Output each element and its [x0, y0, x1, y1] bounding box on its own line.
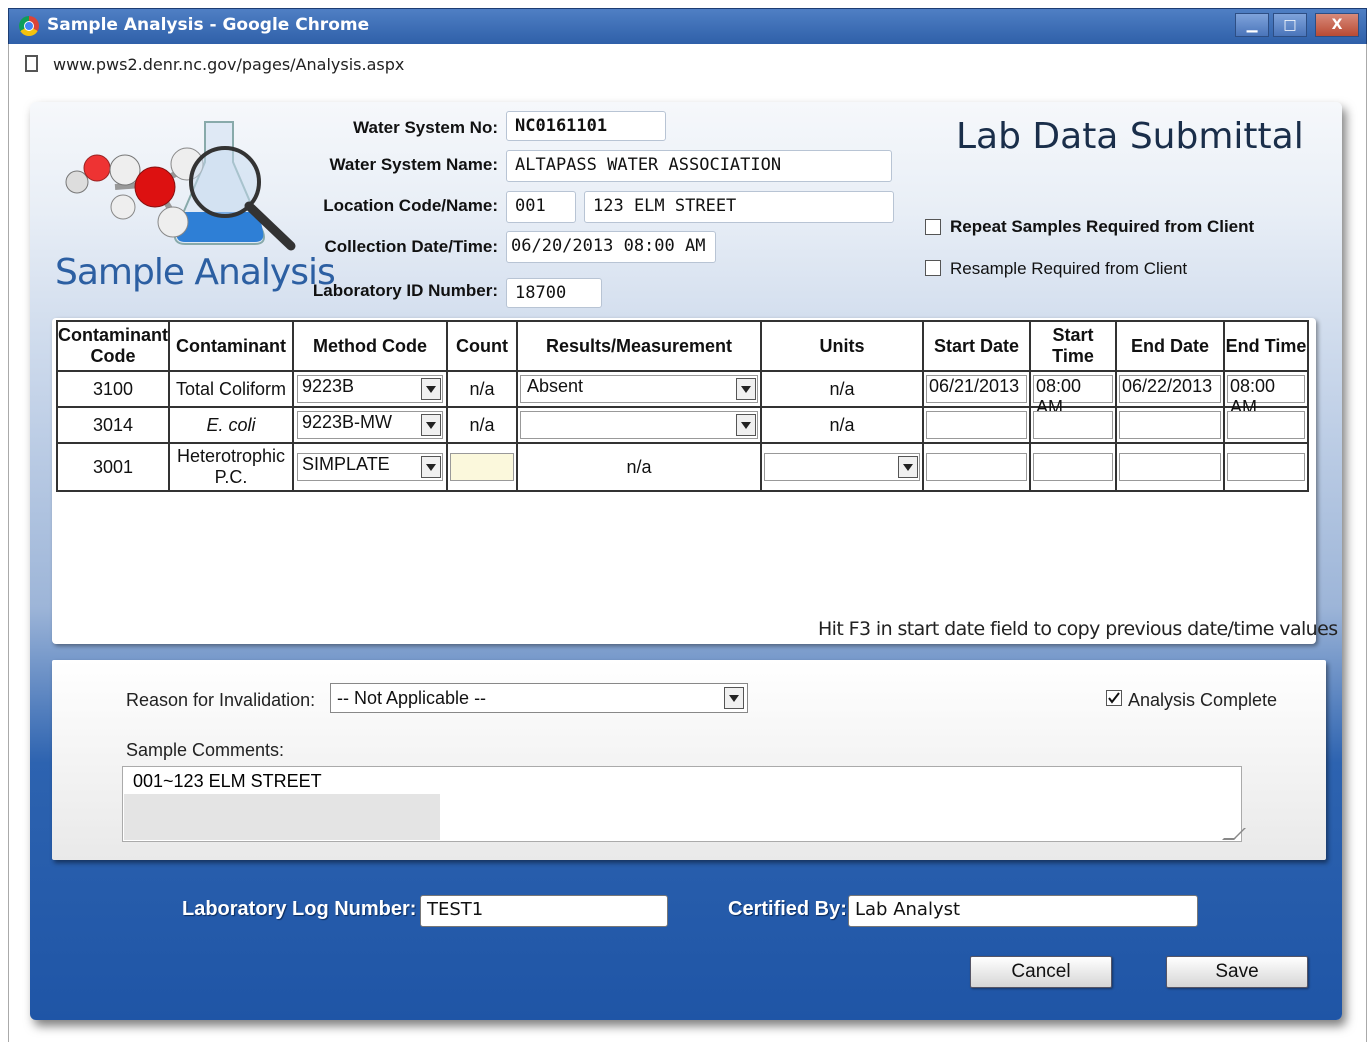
repeat-samples-label: Repeat Samples Required from Client [950, 217, 1255, 236]
table-row: 3100 Total Coliform 9223B n/a Absent n/a… [56, 370, 1309, 417]
lab-id-field[interactable]: 18700 [506, 278, 602, 308]
page-title: Lab Data Submittal [956, 116, 1304, 157]
cell-contaminant: Heterotrophic P.C. [168, 442, 294, 492]
count-field[interactable] [450, 453, 514, 481]
water-system-name-field[interactable]: ALTAPASS WATER ASSOCIATION [506, 150, 892, 182]
checkmark-icon [1108, 692, 1120, 704]
result-select[interactable]: Absent [520, 375, 758, 403]
units-select[interactable] [764, 453, 920, 481]
log-number-field[interactable]: TEST1 [420, 895, 668, 927]
analysis-complete-label: Analysis Complete [1128, 690, 1278, 710]
collection-label: Collection Date/Time: [324, 237, 499, 256]
results-grid: Contaminant Code Contaminant Method Code… [56, 320, 1309, 492]
chevron-down-icon[interactable] [724, 687, 744, 709]
start-date-field[interactable] [926, 411, 1027, 439]
header-count: Count [446, 320, 518, 372]
water-system-name-label: Water System Name: [329, 155, 499, 174]
lab-id-label: Laboratory ID Number: [312, 281, 498, 300]
cell-count: n/a [446, 406, 518, 444]
logo-text: Sample Analysis [55, 252, 336, 293]
location-label: Location Code/Name: [323, 196, 498, 215]
cell-units: n/a [760, 370, 924, 408]
resample-checkbox[interactable] [925, 260, 941, 276]
maximize-button[interactable]: □ [1273, 13, 1307, 37]
end-date-field[interactable]: 06/22/2013 [1119, 375, 1221, 403]
result-value: Absent [527, 376, 584, 396]
minimize-button[interactable]: ▁ [1235, 13, 1269, 37]
title-bar: Sample Analysis - Google Chrome ▁ □ X [8, 8, 1367, 46]
location-name-field[interactable]: 123 ELM STREET [584, 191, 894, 223]
repeat-samples-checkbox[interactable] [925, 219, 941, 235]
analysis-complete-checkbox[interactable] [1106, 690, 1122, 706]
water-system-no-field[interactable]: NC0161101 [506, 111, 666, 141]
header-end-date: End Date [1115, 320, 1225, 372]
address-bar: www.pws2.denr.nc.gov/pages/Analysis.aspx [8, 44, 1367, 84]
method-code-value: 9223B-MW [302, 412, 393, 432]
resample-label: Resample Required from Client [950, 259, 1188, 278]
chevron-down-icon[interactable] [736, 378, 756, 400]
method-code-select[interactable]: 9223B-MW [297, 411, 443, 439]
header-units: Units [760, 320, 924, 372]
cell-units: n/a [760, 406, 924, 444]
certified-by-label: Certified By: [728, 898, 847, 920]
start-date-field[interactable] [926, 453, 1027, 481]
method-code-value: SIMPLATE [302, 454, 390, 474]
header-contaminant: Contaminant [168, 320, 294, 372]
cell-count: n/a [446, 370, 518, 408]
start-date-field[interactable]: 06/21/2013 [926, 375, 1027, 403]
comments-value: 001~123 ELM STREET [133, 771, 322, 791]
chrome-icon [19, 16, 39, 36]
chevron-down-icon[interactable] [736, 414, 756, 436]
url-text[interactable]: www.pws2.denr.nc.gov/pages/Analysis.aspx [53, 55, 404, 74]
header-method-code: Method Code [292, 320, 448, 372]
close-button[interactable]: X [1315, 13, 1359, 37]
location-code-field[interactable]: 001 [506, 191, 576, 223]
copy-hint-text: Hit F3 in start date field to copy previ… [818, 618, 1338, 640]
cell-code: 3001 [56, 442, 170, 492]
invalidation-select[interactable]: -- Not Applicable -- [330, 683, 748, 713]
start-time-field[interactable]: 08:00 AM [1033, 375, 1113, 417]
certified-by-field[interactable]: Lab Analyst [848, 895, 1198, 927]
cancel-button[interactable]: Cancel [970, 956, 1112, 988]
end-time-field[interactable] [1227, 411, 1305, 439]
chevron-down-icon[interactable] [421, 378, 441, 400]
start-time-field[interactable] [1033, 411, 1113, 439]
table-row: 3014 E. coli 9223B-MW n/a n/a [56, 406, 1309, 444]
collection-datetime-field[interactable]: 06/20/2013 08:00 AM [506, 231, 716, 263]
cell-contaminant: E. coli [168, 406, 294, 444]
header-start-time: Start Time [1029, 320, 1117, 372]
cell-result: n/a [516, 442, 762, 492]
save-button[interactable]: Save [1166, 956, 1308, 988]
chevron-down-icon[interactable] [421, 456, 441, 478]
cell-contaminant: Total Coliform [168, 370, 294, 408]
header-end-time: End Time [1223, 320, 1309, 372]
end-time-field[interactable] [1227, 453, 1305, 481]
textarea-shading [124, 794, 440, 840]
method-code-value: 9223B [302, 376, 355, 396]
cell-code: 3014 [56, 406, 170, 444]
invalidation-value: -- Not Applicable -- [337, 688, 487, 708]
chevron-down-icon[interactable] [421, 414, 441, 436]
molecule-flask-magnifier-icon [65, 121, 296, 251]
header-contaminant-code: Contaminant Code [56, 320, 170, 372]
water-system-no-label: Water System No: [353, 118, 498, 137]
page-icon [25, 55, 38, 72]
end-date-field[interactable] [1119, 411, 1221, 439]
header-results: Results/Measurement [516, 320, 762, 372]
result-select[interactable] [520, 411, 758, 439]
chevron-down-icon[interactable] [898, 456, 918, 478]
table-row: 3001 Heterotrophic P.C. SIMPLATE n/a [56, 442, 1309, 492]
end-date-field[interactable] [1119, 453, 1221, 481]
cell-code: 3100 [56, 370, 170, 408]
end-time-field[interactable]: 08:00 AM [1227, 375, 1305, 417]
method-code-select[interactable]: SIMPLATE [297, 453, 443, 481]
header-start-date: Start Date [922, 320, 1031, 372]
invalidation-label: Reason for Invalidation: [126, 690, 316, 710]
comments-label: Sample Comments: [126, 740, 285, 760]
start-time-field[interactable] [1033, 453, 1113, 481]
log-number-label: Laboratory Log Number: [182, 898, 417, 920]
method-code-select[interactable]: 9223B [297, 375, 443, 403]
window-title: Sample Analysis - Google Chrome [47, 15, 370, 35]
